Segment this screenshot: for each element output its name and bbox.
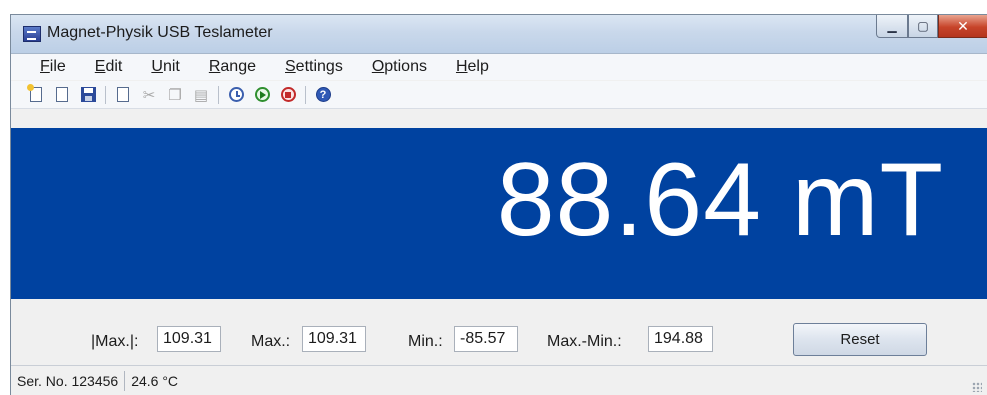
menu-file[interactable]: File — [40, 58, 66, 76]
min-field: -85.57 — [454, 326, 518, 352]
reset-button[interactable]: Reset — [793, 323, 927, 356]
range-field: 194.88 — [648, 326, 713, 352]
window-title: Magnet-Physik USB Teslameter — [47, 24, 273, 41]
menu-edit[interactable]: Edit — [95, 58, 123, 76]
stop-button[interactable] — [277, 84, 299, 106]
menu-range[interactable]: Range — [209, 58, 256, 76]
copy-button[interactable]: ❐ — [164, 84, 186, 106]
cut-button[interactable]: ✂ — [138, 84, 160, 106]
app-window: Magnet-Physik USB Teslameter ▁ ▢ ✕ File … — [10, 14, 987, 395]
clock-icon — [228, 87, 244, 102]
range-label: Max.-Min.: — [547, 333, 622, 350]
page-button[interactable] — [112, 84, 134, 106]
menu-unit-label: nit — [162, 58, 180, 75]
menu-edit-label: dit — [105, 58, 123, 75]
interval-button[interactable] — [225, 84, 247, 106]
page-icon — [117, 87, 129, 102]
menu-settings-label: ettings — [295, 58, 343, 75]
stop-icon — [280, 87, 296, 102]
new-button[interactable] — [25, 84, 47, 106]
field-reading: 88.64 mT — [496, 142, 944, 258]
menu-help-label: elp — [467, 58, 489, 75]
toolbar-separator — [218, 85, 219, 104]
max-label: Max.: — [251, 333, 291, 350]
new-icon — [27, 84, 42, 102]
menu-help-accel: H — [455, 58, 468, 75]
measurement-display: 88.64 mT — [11, 128, 987, 299]
maximize-button[interactable]: ▢ — [908, 15, 938, 38]
save-button[interactable] — [77, 84, 99, 106]
copy-icon: ❐ — [168, 86, 182, 104]
close-icon: ✕ — [957, 17, 969, 34]
menu-options[interactable]: Options — [372, 58, 427, 76]
min-label: Min.: — [408, 333, 443, 350]
abs-max-field: 109.31 — [157, 326, 221, 352]
help-button[interactable]: ? — [312, 84, 334, 106]
maximize-icon: ▢ — [917, 19, 929, 33]
toolbar: ✂ ❐ ▤ ? — [11, 81, 987, 109]
play-icon — [254, 87, 270, 102]
menu-settings[interactable]: Settings — [285, 58, 343, 76]
menu-bar: File Edit Unit Range Settings Options He… — [11, 54, 987, 80]
temperature: 24.6 °C — [131, 373, 179, 389]
menu-range-accel: R — [208, 58, 221, 75]
max-field: 109.31 — [302, 326, 366, 352]
title-bar[interactable]: Magnet-Physik USB Teslameter ▁ ▢ ✕ — [11, 15, 987, 54]
toolbar-separator — [305, 85, 306, 104]
start-button[interactable] — [251, 84, 273, 106]
status-bar: Ser. No. 123456 24.6 °C — [11, 365, 987, 395]
menu-settings-accel: S — [285, 58, 296, 75]
help-icon: ? — [315, 87, 331, 102]
minimize-icon: ▁ — [887, 19, 897, 33]
paste-button[interactable]: ▤ — [190, 84, 212, 106]
menu-help[interactable]: Help — [456, 58, 489, 76]
minimize-button[interactable]: ▁ — [876, 15, 908, 38]
app-icon — [23, 26, 41, 42]
close-button[interactable]: ✕ — [938, 15, 987, 38]
statistics-panel: |Max.|: 109.31 Max.: 109.31 Min.: -85.57… — [11, 299, 987, 365]
serial-number: Ser. No. 123456 — [17, 373, 119, 389]
menu-file-accel: F — [40, 58, 50, 75]
open-button[interactable] — [51, 84, 73, 106]
open-icon — [56, 87, 68, 102]
menu-options-accel: O — [371, 58, 385, 75]
window-controls: ▁ ▢ ✕ — [876, 15, 987, 39]
menu-unit-accel: U — [151, 58, 163, 75]
menu-range-label: ange — [220, 58, 256, 75]
toolbar-separator — [105, 85, 106, 104]
menu-options-label: ptions — [384, 58, 427, 75]
paste-icon: ▤ — [193, 86, 209, 104]
menu-unit[interactable]: Unit — [151, 58, 179, 76]
resize-grip-icon[interactable] — [972, 382, 982, 392]
cut-icon: ✂ — [142, 86, 156, 104]
save-icon — [80, 87, 96, 102]
menu-file-label: ile — [49, 58, 66, 75]
abs-max-label: |Max.|: — [91, 333, 139, 350]
menu-edit-accel: E — [94, 58, 106, 75]
